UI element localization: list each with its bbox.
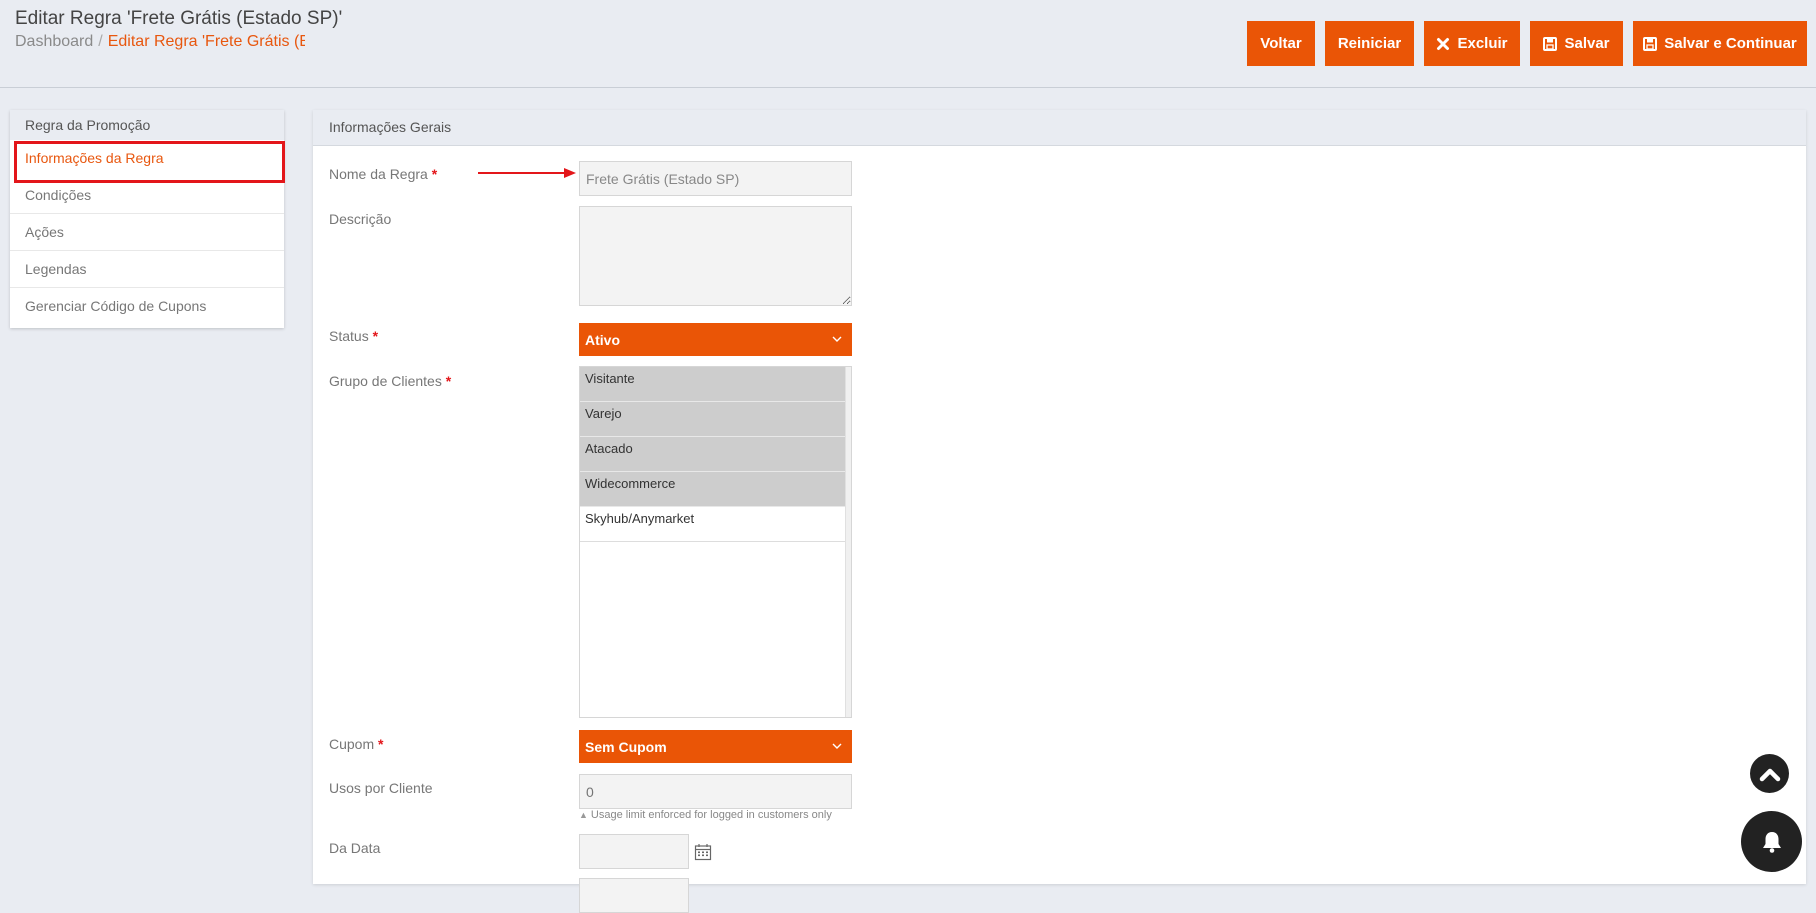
coupon-label-text: Cupom (329, 736, 375, 752)
breadcrumb: Dashboard / Editar Regra 'Frete Grátis (Es (15, 33, 305, 51)
back-button[interactable]: Voltar (1247, 21, 1315, 66)
customer-groups-label-text: Grupo de Clientes (329, 373, 442, 389)
customer-groups-multiselect[interactable]: Visitante Varejo Atacado Widecommerce Sk… (579, 366, 852, 718)
uses-note-text: Usage limit enforced for logged in custo… (590, 809, 832, 821)
scroll-to-top-button[interactable] (1750, 754, 1789, 793)
required-mark: * (431, 166, 438, 182)
scrollbar[interactable] (845, 367, 851, 717)
list-item[interactable]: Varejo (580, 402, 846, 437)
from-date-label: Da Data (329, 840, 381, 856)
uses-per-customer-input[interactable] (579, 774, 852, 809)
required-mark: * (378, 736, 384, 752)
section-title: Informações Gerais (313, 110, 1806, 146)
required-mark: * (445, 373, 452, 389)
breadcrumb-current: Editar Regra 'Frete Grátis (Es (107, 33, 305, 50)
customer-groups-label: Grupo de Clientes * (329, 373, 451, 389)
reset-button-label: Reiniciar (1337, 35, 1402, 52)
sidebar-item-actions[interactable]: Ações (10, 214, 284, 251)
delete-button[interactable]: Excluir (1424, 21, 1520, 66)
breadcrumb-dashboard-link[interactable]: Dashboard (15, 33, 93, 50)
sidebar-item-rule-info[interactable]: Informações da Regra (10, 140, 285, 183)
sidebar-item-coupon-codes[interactable]: Gerenciar Código de Cupons (10, 288, 284, 325)
general-info-panel: Informações Gerais Nome da Regra * Descr… (313, 110, 1806, 913)
close-icon (1437, 37, 1450, 50)
uses-note: ▲ Usage limit enforced for logged in cust… (579, 809, 832, 821)
status-select[interactable]: Ativo (579, 323, 852, 356)
coupon-label: Cupom * (329, 736, 383, 752)
list-item[interactable]: Widecommerce (580, 472, 846, 507)
coupon-select-value: Sem Cupom (585, 739, 667, 755)
rule-name-input[interactable] (579, 161, 852, 196)
reset-button[interactable]: Reiniciar (1325, 21, 1414, 66)
coupon-select[interactable]: Sem Cupom (579, 730, 852, 763)
list-item[interactable]: Visitante (580, 367, 846, 402)
status-select-value: Ativo (585, 332, 620, 348)
save-button[interactable]: Salvar (1530, 21, 1623, 66)
triangle-icon: ▲ (579, 810, 588, 820)
page-title: Editar Regra 'Frete Grátis (Estado SP)' (15, 8, 343, 29)
back-button-label: Voltar (1260, 35, 1302, 52)
save-icon (1543, 36, 1558, 51)
description-textarea[interactable] (579, 206, 852, 306)
rule-name-label-text: Nome da Regra (329, 166, 428, 182)
rule-name-label: Nome da Regra * (329, 166, 437, 182)
to-date-input[interactable] (579, 878, 689, 913)
breadcrumb-separator: / (98, 33, 103, 50)
chevron-down-icon (832, 336, 842, 342)
from-date-input[interactable] (579, 834, 689, 869)
list-item[interactable]: Atacado (580, 437, 846, 472)
sidebar-item-labels[interactable]: Legendas (10, 251, 284, 288)
calendar-icon[interactable] (694, 843, 712, 861)
status-label: Status * (329, 328, 378, 344)
sidebar-title: Regra da Promoção (10, 110, 284, 140)
page-header: Editar Regra 'Frete Grátis (Estado SP)' … (0, 0, 1816, 88)
uses-per-customer-label: Usos por Cliente (329, 780, 433, 796)
list-item[interactable]: Skyhub/Anymarket (580, 507, 846, 542)
description-label: Descrição (329, 211, 392, 227)
save-and-continue-button[interactable]: Salvar e Continuar (1633, 21, 1807, 66)
sidebar: Regra da Promoção Informações da Regra C… (10, 110, 285, 328)
save-button-label: Salvar (1564, 35, 1610, 52)
chevron-up-icon (1759, 768, 1780, 781)
notifications-button[interactable] (1741, 811, 1802, 872)
bell-icon (1762, 831, 1781, 853)
required-mark: * (372, 328, 379, 344)
save-and-continue-button-label: Salvar e Continuar (1664, 35, 1797, 52)
status-label-text: Status (329, 328, 369, 344)
chevron-down-icon (832, 743, 842, 749)
sidebar-item-conditions[interactable]: Condições (10, 177, 284, 214)
save-icon (1643, 36, 1658, 51)
arrow-right-icon (478, 168, 576, 178)
delete-button-label: Excluir (1457, 35, 1508, 52)
